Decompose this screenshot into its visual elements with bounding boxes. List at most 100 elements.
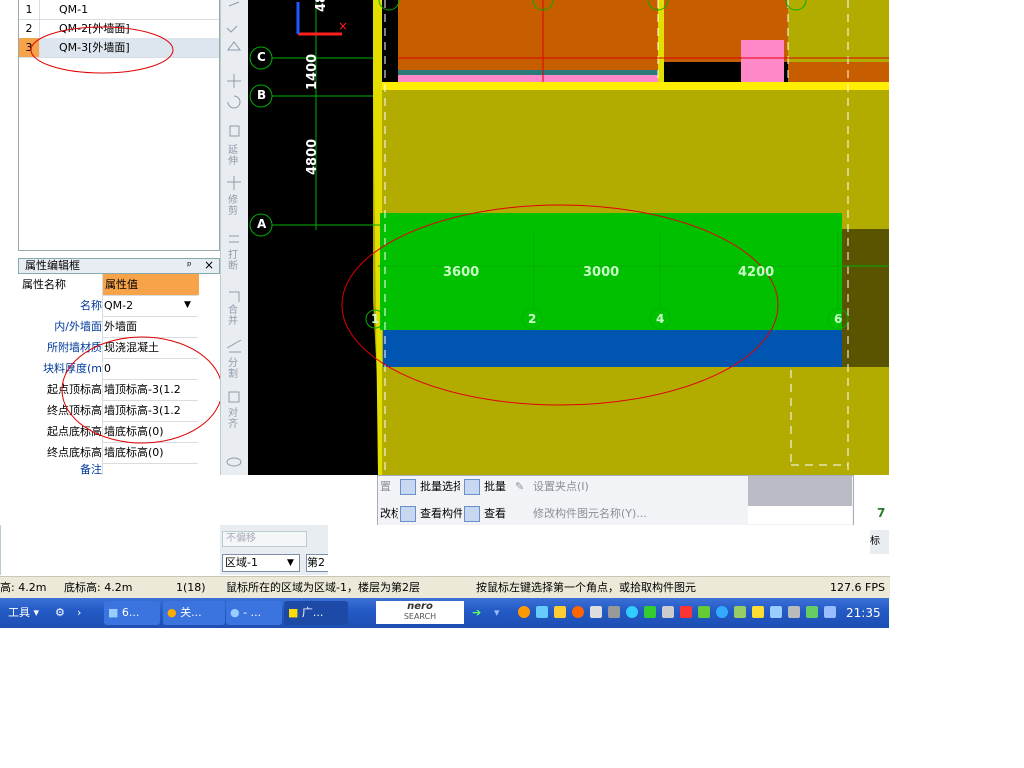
dim-top: 48: [314, 0, 329, 12]
move-icon: [227, 74, 241, 88]
nero-search-box[interactable]: nero SEARCH: [376, 601, 464, 624]
tray-app-icon[interactable]: [644, 606, 656, 618]
preview-footer: [748, 506, 852, 524]
offset-mode-select[interactable]: 不偏移: [222, 531, 307, 547]
view-component-button[interactable]: 查看构件: [400, 503, 462, 525]
menu-item-cut[interactable]: 置: [380, 476, 391, 498]
property-value[interactable]: 墙底标高(0): [104, 442, 198, 463]
printer-icon[interactable]: [662, 606, 674, 618]
chevron-right-icon[interactable]: ›: [77, 598, 81, 628]
tray-app-icon[interactable]: [698, 606, 710, 618]
list-item[interactable]: 1 QM-1: [19, 0, 219, 20]
pin-icon[interactable]: ᵖ: [187, 259, 192, 273]
pencil-icon: [226, 1, 240, 33]
go-arrow-icon[interactable]: ➔: [472, 598, 481, 628]
button-label: 批量: [484, 480, 506, 493]
grid-number-7: 7: [877, 506, 886, 520]
button-label: 查看: [484, 507, 506, 520]
batch-select-button-2[interactable]: 批量: [464, 476, 506, 498]
pink-block: [741, 40, 784, 82]
app-icon: ●: [230, 606, 240, 619]
batch-select-icon: [400, 479, 416, 495]
close-icon[interactable]: ×: [204, 258, 214, 272]
status-top-height: 高: 4.2m: [0, 581, 47, 594]
column-edge: [658, 0, 664, 82]
floor-select[interactable]: 第2: [306, 554, 330, 572]
network-icon[interactable]: [770, 606, 782, 618]
taskbar-button-active[interactable]: ■ 广...: [284, 601, 348, 625]
upper-wall-strip: [398, 75, 658, 82]
volume-icon[interactable]: [680, 606, 692, 618]
taskbar-button[interactable]: ● - ...: [226, 601, 282, 625]
tool-label-merge[interactable]: 合并: [228, 305, 240, 327]
property-value[interactable]: 外墙面: [104, 316, 198, 337]
dropdown-icon[interactable]: ▾: [494, 598, 500, 628]
left-panel-footer: [0, 525, 221, 575]
tool-label-trim[interactable]: 修剪: [228, 195, 240, 217]
batch-select-icon: [464, 479, 480, 495]
rename-menu-item[interactable]: 修改构件图元名称(Y)...: [533, 503, 647, 525]
header-name: 属性名称: [18, 274, 103, 295]
menu-item-edit[interactable]: 改标: [380, 503, 398, 525]
dim-1400: 1400: [305, 53, 320, 90]
rotate-icon: [227, 95, 241, 109]
app-icon: ●: [167, 606, 177, 619]
upper-wall: [398, 0, 658, 70]
property-row[interactable]: 名称 QM-2 ▼: [18, 295, 198, 317]
status-bottom-height: 底标高: 4.2m: [64, 581, 133, 594]
tray-app-icon[interactable]: [716, 606, 728, 618]
tray-app-icon[interactable]: [824, 606, 836, 618]
shield-icon[interactable]: [806, 606, 818, 618]
axis-label-a: A: [257, 217, 267, 231]
tray-app-icon[interactable]: [608, 606, 620, 618]
model-view[interactable]: ×: [248, 0, 889, 475]
region-value: 区域-1: [225, 556, 258, 569]
row-name: QM-1: [59, 3, 89, 16]
tray-app-icon[interactable]: [734, 606, 746, 618]
dropdown-arrow-icon[interactable]: ▼: [184, 295, 191, 316]
property-header: 属性名称 属性值: [18, 274, 199, 296]
tray-app-icon[interactable]: [572, 606, 584, 618]
axis-label-b: B: [257, 88, 267, 102]
tool-label-extend[interactable]: 延伸: [228, 145, 240, 167]
wall-top-edge: [373, 82, 889, 90]
merge-icon: [229, 291, 240, 302]
set-grip-menu-item[interactable]: ✎ 设置夹点(I): [515, 476, 589, 498]
qq-icon[interactable]: [536, 606, 548, 618]
tray-app-icon[interactable]: [554, 606, 566, 618]
tray-app-icon[interactable]: [590, 606, 602, 618]
chevron-down-icon[interactable]: ▼: [287, 555, 294, 571]
property-row[interactable]: 终点底标高 墙底标高(0): [18, 442, 198, 464]
button-label: 查看构件: [420, 507, 462, 520]
side-tab[interactable]: 标: [870, 530, 889, 554]
ie-icon[interactable]: [626, 606, 638, 618]
upper-wall-strip: [398, 70, 658, 75]
firefox-icon[interactable]: [518, 606, 530, 618]
status-fps: 127.6 FPS: [830, 581, 885, 594]
tray-app-icon[interactable]: [752, 606, 764, 618]
taskbar-button[interactable]: ■ 6...: [104, 601, 160, 625]
gear-icon[interactable]: ⚙: [55, 598, 65, 628]
tool-label-align[interactable]: 对齐: [228, 408, 240, 430]
row-index: 1: [19, 0, 40, 19]
drawing-canvas[interactable]: × C B A 1400 4800 48 3600 3000 4200 1 2 …: [248, 0, 889, 475]
view-icon: [400, 506, 416, 522]
button-label: 广...: [301, 606, 324, 619]
panel-title: 属性编辑框: [25, 259, 80, 272]
tool-label-break[interactable]: 打断: [228, 250, 240, 272]
tools-menu[interactable]: 工具 ▾: [8, 598, 39, 628]
batch-select-button[interactable]: 批量选择: [400, 476, 460, 498]
nero-sub: SEARCH: [403, 612, 437, 621]
button-label: - ...: [243, 606, 262, 619]
taskbar-button[interactable]: ● 关...: [163, 601, 225, 625]
blue-wall-band: [383, 330, 846, 367]
upper-wall: [788, 62, 889, 82]
offset-icon: [226, 457, 242, 467]
tray-app-icon[interactable]: [788, 606, 800, 618]
tools-label: 工具: [8, 606, 30, 619]
tool-label-split[interactable]: 分割: [228, 358, 240, 380]
annotation-ellipse: [30, 26, 174, 74]
region-select[interactable]: 区域-1 ▼: [222, 554, 300, 572]
view-component-button-2[interactable]: 查看: [464, 503, 506, 525]
property-panel-title: 属性编辑框 ᵖ ×: [18, 258, 220, 274]
